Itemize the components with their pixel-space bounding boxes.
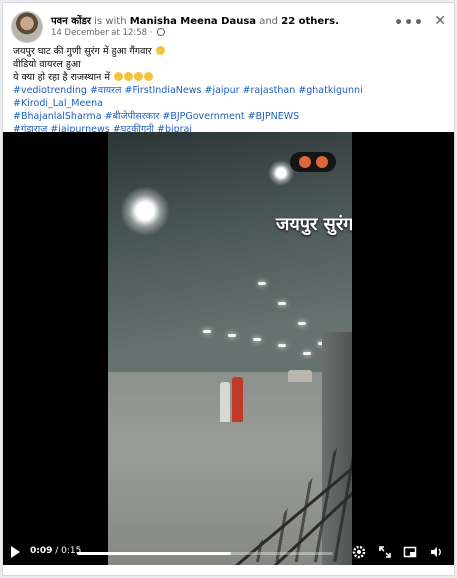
hashtags-line-1: #vediotrending #वायरल #FirstIndiaNews #j…: [13, 84, 444, 110]
more-options-icon[interactable]: •••: [394, 15, 424, 31]
flushed-emoji-icon: [155, 46, 165, 55]
video-overlay-title: जयपुर सुरंग: [276, 214, 352, 235]
progress-bar[interactable]: [77, 552, 333, 555]
tunnel-light: [203, 330, 211, 333]
caption-line: जयपुर घाट की गुणी सुरंग में हुआ गैंगवार: [13, 45, 444, 58]
video-frame[interactable]: जयपुर सुरंग: [108, 132, 352, 565]
caption-line: ये क्या हो रहा है राजस्थान में: [13, 71, 444, 84]
hashtag-link[interactable]: #FirstIndiaNews: [125, 85, 202, 96]
tunnel-light: [253, 338, 261, 341]
video-player[interactable]: जयपुर सुरंग 0:09 / 0:15: [3, 132, 454, 565]
timestamp[interactable]: 14 December at 12:58: [51, 28, 147, 38]
post-card: पवन कोंडर is with Manisha Meena Dausa an…: [2, 2, 455, 576]
person-figure: [232, 377, 243, 422]
hashtag-link[interactable]: #BhajanlalSharma: [13, 111, 102, 122]
with-text: is with: [94, 16, 127, 27]
author-line: पवन कोंडर is with Manisha Meena Dausa an…: [51, 13, 339, 27]
post-meta: 14 December at 12:58 ·: [51, 28, 166, 38]
post-caption: जयपुर घाट की गुणी सुरंग में हुआ गैंगवार …: [13, 45, 444, 136]
close-icon[interactable]: ✕: [434, 13, 446, 29]
hashtag-link[interactable]: #rajasthan: [243, 85, 296, 96]
fullscreen-icon[interactable]: [377, 545, 393, 561]
victory-hand-emoji-icon: [134, 72, 144, 81]
tunnel-light: [228, 334, 236, 337]
reaction-overlay: [290, 152, 336, 172]
person-figure: [220, 382, 230, 422]
hashtag-link[interactable]: #jaipur: [205, 85, 240, 96]
globe-icon: [157, 28, 166, 36]
author-name[interactable]: पवन कोंडर: [51, 16, 91, 27]
play-icon[interactable]: [11, 546, 20, 558]
hashtag-link[interactable]: #वायरल: [90, 85, 122, 96]
hashtag-link[interactable]: #BJPGovernment: [162, 111, 244, 122]
thinking-emoji-icon: [144, 72, 154, 81]
tunnel-light: [258, 282, 266, 285]
others-link[interactable]: 22 others.: [281, 16, 339, 27]
grinning-emoji-icon: [114, 72, 124, 81]
settings-icon[interactable]: [351, 545, 367, 561]
video-controls: 0:09 / 0:15: [3, 543, 454, 565]
hashtag-link[interactable]: #ghatkigunni: [298, 85, 362, 96]
tagged-user[interactable]: Manisha Meena Dausa: [130, 16, 256, 27]
vehicle: [288, 370, 312, 382]
angry-emoji-icon: [299, 156, 311, 168]
tunnel-light: [278, 344, 286, 347]
angry-emoji-icon: [316, 156, 328, 168]
progress-fill: [77, 552, 231, 555]
video-time: 0:09 / 0:15: [30, 546, 81, 556]
grinning-emoji-icon: [124, 72, 134, 81]
tunnel-light: [278, 302, 286, 305]
hashtag-link[interactable]: #बीजेपीसरकार: [105, 111, 160, 122]
pip-icon[interactable]: [402, 545, 418, 561]
author-avatar[interactable]: [11, 11, 43, 43]
current-time: 0:09: [30, 546, 53, 556]
tunnel-light: [303, 352, 311, 355]
meta-separator: ·: [149, 28, 153, 38]
hashtag-link[interactable]: #BJPNEWS: [248, 111, 300, 122]
tunnel-light: [120, 186, 170, 236]
hashtag-link[interactable]: #vediotrending: [13, 85, 87, 96]
tunnel-light: [298, 322, 306, 325]
hashtags-line-2: #BhajanlalSharma #बीजेपीसरकार #BJPGovern…: [13, 110, 444, 123]
hashtag-link[interactable]: #Kirodi_Lal_Meena: [13, 98, 103, 109]
volume-icon[interactable]: [428, 545, 444, 561]
and-text: and: [259, 16, 279, 27]
post-header: पवन कोंडर is with Manisha Meena Dausa an…: [11, 11, 446, 43]
caption-line: वीडियो वायरल हुआ: [13, 59, 81, 70]
